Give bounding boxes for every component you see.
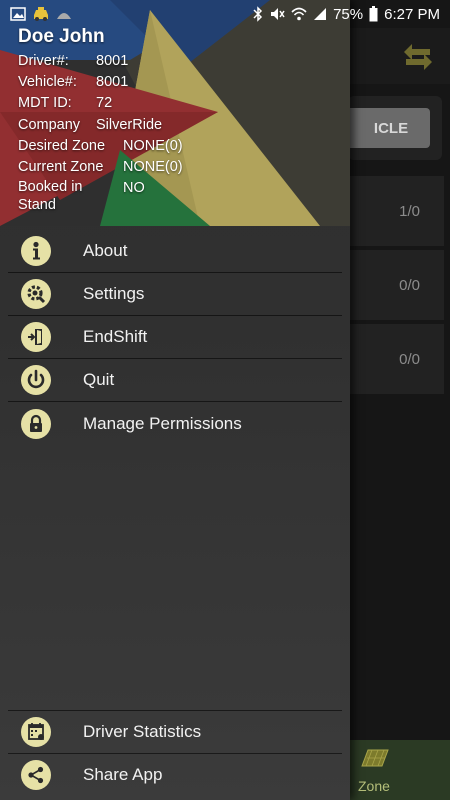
info-icon [21,236,51,266]
driver-info: Doe John Driver#: 8001 Vehicle#: 8001 MD… [18,26,348,214]
company-line: Company SilverRide [18,115,348,136]
gallery-notification-icon [10,7,26,21]
menu-item-settings[interactable]: Settings [8,273,342,316]
driver-name: Doe John [18,26,105,47]
info-label: MDT ID: [18,95,72,112]
menu-item-label: Share App [83,765,163,784]
zone-row[interactable]: 1/0 [348,176,444,246]
mute-icon [269,6,285,22]
zone-grid-icon [360,748,390,768]
zone-row[interactable]: 0/0 [348,250,444,320]
menu-item-label: Driver Statistics [83,722,202,741]
settings-icon [21,279,51,309]
navigation-drawer: Doe John Driver#: 8001 Vehicle#: 8001 MD… [0,0,350,800]
wifi-icon [291,7,307,21]
info-label: Desired Zone [18,137,106,154]
menu-item-label: Manage Permissions [83,413,242,433]
mdt-id-line: MDT ID: 72 [18,93,348,114]
menu-item-label: Settings [83,284,145,303]
info-value: SilverRide [96,116,163,133]
info-value: NO [123,180,145,197]
info-label: Driver#: [18,53,69,69]
desired-zone-line: Desired Zone NONE(0) [18,136,348,157]
booked-in-stand-line: Booked in Stand NO [18,178,348,214]
clock: 6:27 PM [384,5,440,23]
info-value: 72 [96,95,113,112]
battery-percent: 75% [333,5,364,23]
info-label: Booked in Stand [18,179,83,214]
lock-icon [21,408,51,439]
info-value: NONE(0) [123,137,183,154]
menu-item-endshift[interactable]: EndShift [8,316,342,359]
info-label: Current Zone [18,159,104,176]
info-label: Vehicle#: [18,74,77,91]
drawer-header: Doe John Driver#: 8001 Vehicle#: 8001 MD… [0,0,350,226]
vehicle-number-line: Vehicle#: 8001 [18,72,348,93]
info-value: 8001 [96,74,129,91]
info-label: Company [18,116,81,133]
vehicle-button[interactable]: ICLE [342,108,430,148]
menu-item-label: Quit [83,370,115,389]
drawer-menu-bottom: Driver Statistics Share App [0,710,350,796]
menu-item-share-app[interactable]: Share App [8,753,342,796]
taxi-notification-icon [32,7,50,21]
zone-row[interactable]: 0/0 [348,324,444,394]
menu-item-label: EndShift [83,327,148,346]
menu-item-label: About [83,241,128,260]
info-value: 8001 [96,53,129,69]
menu-item-manage-permissions[interactable]: Manage Permissions [8,402,342,445]
signal-icon [313,7,327,21]
drawer-menu: About Settings EndShift Quit Manage Perm… [0,230,350,445]
zone-tab-label: Zone [358,778,390,794]
current-zone-line: Current Zone NONE(0) [18,157,348,178]
status-bar: 75% 6:27 PM [0,0,450,28]
end-shift-icon [21,322,51,352]
menu-item-about[interactable]: About [8,230,342,273]
menu-item-quit[interactable]: Quit [8,359,342,402]
info-value: NONE(0) [123,159,183,176]
power-icon [21,365,51,395]
share-icon [21,760,51,790]
calendar-stats-icon [21,717,51,747]
swap-arrows-icon[interactable] [400,40,436,74]
menu-item-driver-statistics[interactable]: Driver Statistics [8,710,342,753]
bluetooth-icon [253,6,263,22]
battery-icon [369,6,378,22]
app-notification-icon [56,7,72,21]
driver-number-line: Driver#: 8001 [18,51,348,72]
